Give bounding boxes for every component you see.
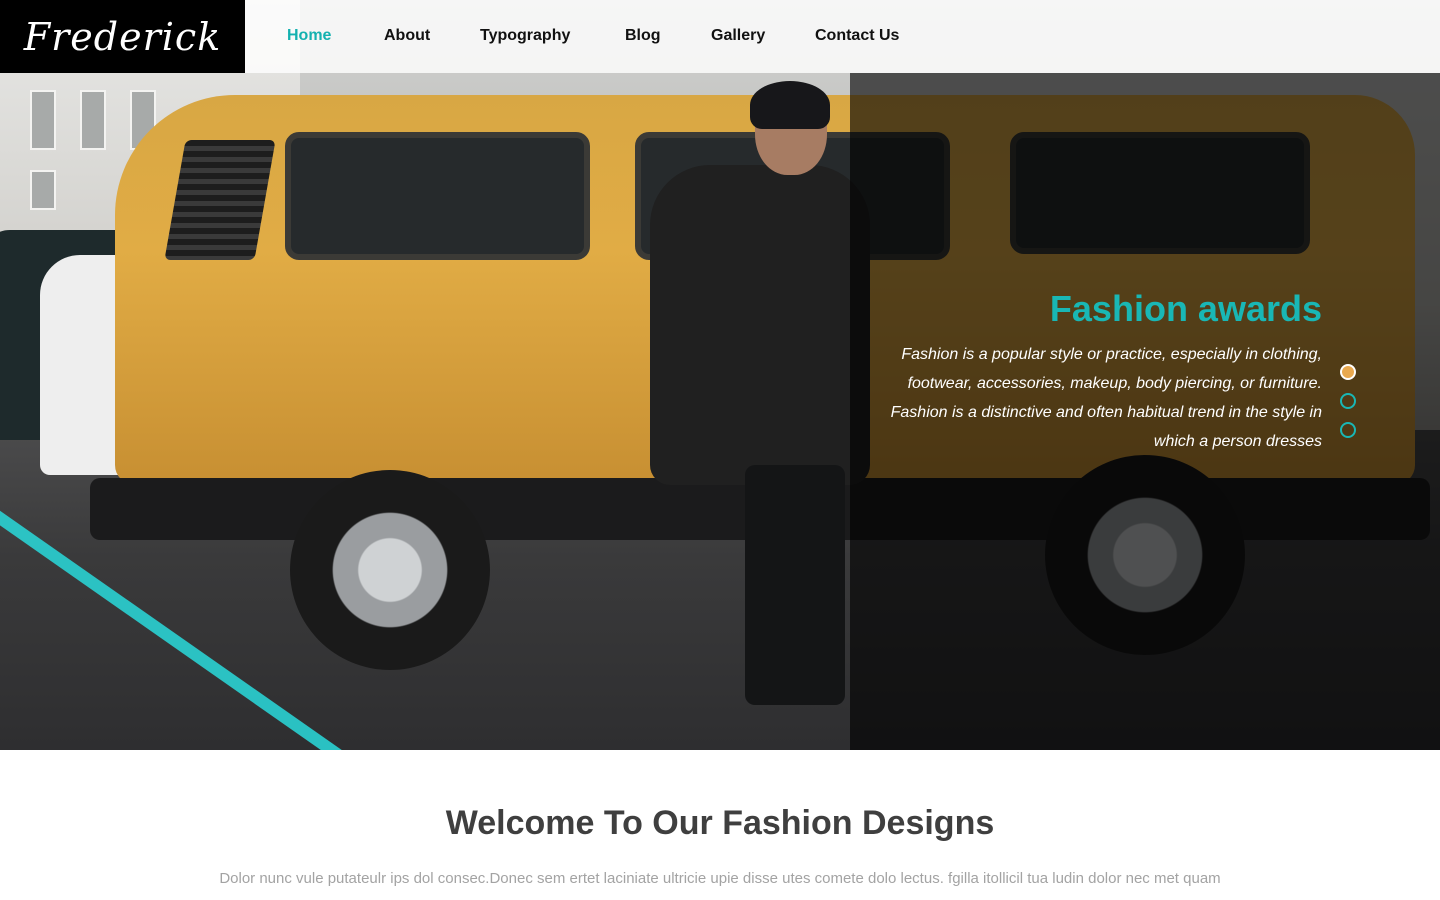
model-person bbox=[650, 81, 870, 710]
slide-title: Fashion awards bbox=[1049, 288, 1322, 329]
van-wheel-front bbox=[290, 470, 490, 670]
logo[interactable]: Frederick bbox=[0, 0, 245, 73]
slider-dot-1[interactable] bbox=[1340, 364, 1356, 380]
main-navigation: Home About Typography Blog Gallery Conta… bbox=[245, 0, 1440, 73]
nav-blog[interactable]: Blog bbox=[625, 27, 661, 45]
nav-contact-us[interactable]: Contact Us bbox=[815, 27, 899, 45]
nav-typography[interactable]: Typography bbox=[480, 27, 570, 45]
van-window-front bbox=[285, 132, 590, 260]
welcome-heading: Welcome To Our Fashion Designs bbox=[445, 804, 995, 842]
nav-about[interactable]: About bbox=[384, 27, 430, 45]
logo-text: Frederick bbox=[23, 14, 222, 59]
slider-dot-3[interactable] bbox=[1340, 422, 1356, 438]
welcome-text: Dolor nunc vule putateulr ips dol consec… bbox=[219, 870, 1221, 887]
nav-gallery[interactable]: Gallery bbox=[711, 27, 765, 45]
nav-home[interactable]: Home bbox=[287, 27, 331, 45]
slide-description: Fashion is a popular style or practice, … bbox=[890, 346, 1322, 450]
slider-dot-2[interactable] bbox=[1340, 393, 1356, 409]
slider-pagination bbox=[1340, 364, 1356, 451]
